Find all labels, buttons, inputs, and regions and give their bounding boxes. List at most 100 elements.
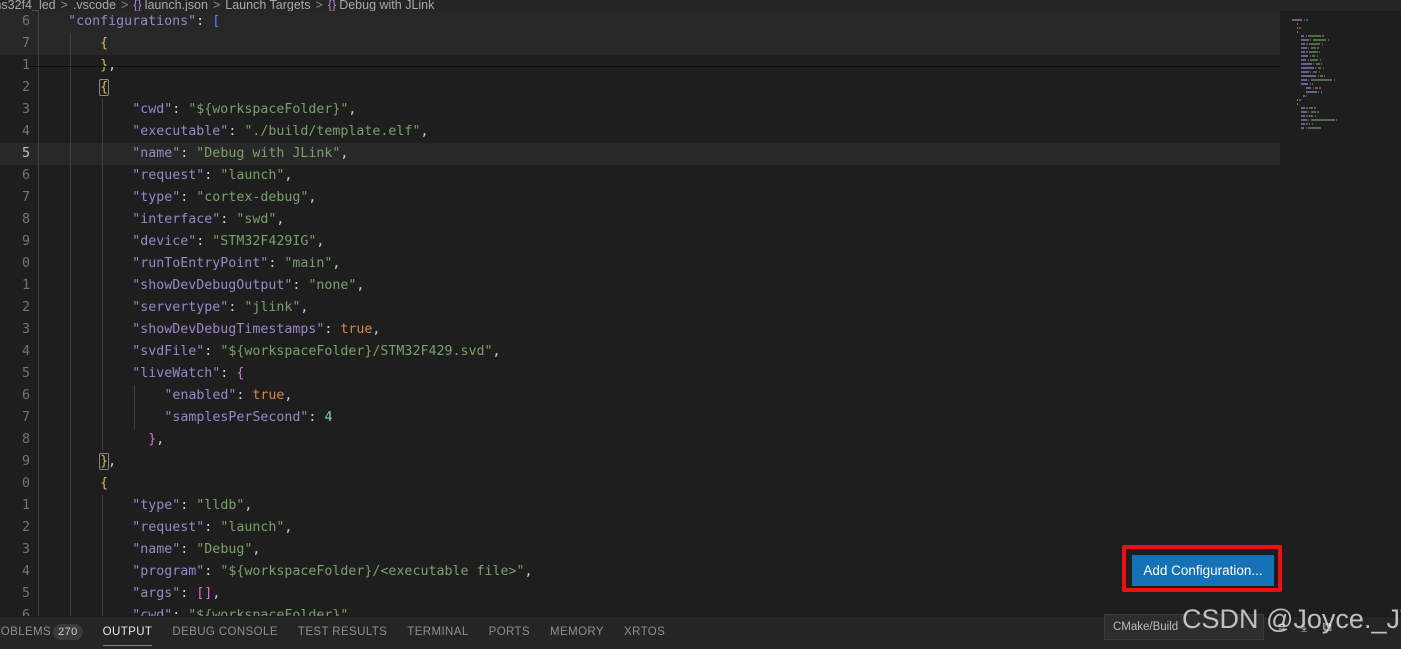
code-line[interactable]: 3 "cwd": "${workspaceFolder}",: [0, 99, 1280, 121]
code-token: "jlink": [244, 300, 301, 315]
breadcrumb-item[interactable]: ms32f4_led: [0, 0, 56, 11]
panel-tab-problems[interactable]: PROBLEMS270: [0, 617, 93, 649]
code-token: ,: [348, 102, 357, 117]
minimap-token: [1296, 99, 1298, 101]
breadcrumb-item[interactable]: Debug with JLink: [339, 0, 434, 11]
code-token: ,: [284, 520, 293, 535]
minimap-line: [1301, 39, 1330, 41]
code-token: "servertype": [132, 300, 229, 315]
panel-tab-ports[interactable]: PORTS: [479, 617, 540, 649]
code-token: "configurations": [68, 14, 197, 29]
indent-guide: [70, 583, 72, 605]
code-line[interactable]: 5 "args": [],: [0, 583, 1280, 605]
indent-guide: [134, 407, 136, 429]
code-token: ,: [252, 542, 261, 557]
minimap-line: [1305, 87, 1322, 89]
line-number: 5: [21, 586, 30, 601]
code-token: "liveWatch": [132, 366, 221, 381]
code-token: "lldb": [196, 498, 245, 513]
panel-action-icons[interactable]: ≡ ⤓ ⧉: [1278, 619, 1338, 635]
code-line[interactable]: 3 "name": "Debug",: [0, 539, 1280, 561]
code-line[interactable]: 2{: [0, 77, 1280, 99]
minimap-token: [1314, 115, 1317, 117]
minimap-token: [1296, 23, 1298, 25]
code-line[interactable]: 1 "showDevDebugOutput": "none",: [0, 275, 1280, 297]
minimap-token: [1301, 127, 1305, 129]
breadcrumb[interactable]: ms32f4_led>.vscode>{}launch.json>Launch …: [0, 0, 1401, 11]
code-line[interactable]: 1 "type": "lldb",: [0, 495, 1280, 517]
indent-guide: [70, 121, 72, 143]
code-line[interactable]: 0 "runToEntryPoint": "main",: [0, 253, 1280, 275]
indent-guide: [70, 187, 72, 209]
code-line-text: "samplesPerSecond": 4: [164, 407, 332, 429]
minimap-token: [1306, 95, 1308, 97]
code-line[interactable]: 7{: [0, 33, 1280, 55]
minimap-token: [1309, 83, 1311, 85]
breadcrumb-item[interactable]: .vscode: [73, 0, 116, 11]
code-surface[interactable]: 6"configurations": [7{1},2{3"cwd": "${wo…: [0, 11, 1280, 616]
minimap-token: [1310, 111, 1316, 113]
indent-guide: [134, 385, 136, 407]
indent-guide: [70, 297, 72, 319]
panel-tab-terminal[interactable]: TERMINAL: [397, 617, 478, 649]
code-line[interactable]: 6 "request": "launch",: [0, 165, 1280, 187]
panel-tab-output[interactable]: OUTPUT: [93, 617, 163, 649]
panel-tab-test-results[interactable]: TEST RESULTS: [288, 617, 397, 649]
indent-guide: [102, 319, 104, 341]
minimap-line: [1303, 95, 1308, 97]
minimap-line: [1301, 107, 1317, 109]
indent-guide: [102, 363, 104, 385]
indent-guide: [38, 187, 39, 209]
line-number: 9: [21, 454, 30, 469]
panel-tab-xrtos[interactable]: XRTOS: [614, 617, 675, 649]
code-line[interactable]: 4 "executable": "./build/template.elf",: [0, 121, 1280, 143]
code-token: "samplesPerSecond": [164, 410, 309, 425]
code-line[interactable]: 3 "showDevDebugTimestamps": true,: [0, 319, 1280, 341]
breadcrumb-separator: >: [60, 0, 68, 11]
code-line[interactable]: 6 "enabled": true,: [0, 385, 1280, 407]
minimap-token: [1301, 115, 1305, 117]
code-line[interactable]: 8 "interface": "swd",: [0, 209, 1280, 231]
breadcrumb-item[interactable]: Launch Targets: [225, 0, 310, 11]
code-line[interactable]: 9},: [0, 451, 1280, 473]
minimap-token: [1320, 75, 1323, 77]
code-line[interactable]: 4 "program": "${workspaceFolder}/<executa…: [0, 561, 1280, 583]
indent-guide: [70, 319, 72, 341]
code-editor[interactable]: 6"configurations": [7{1},2{3"cwd": "${wo…: [0, 11, 1401, 616]
code-line-text: "type": "lldb",: [132, 495, 252, 517]
add-configuration-button[interactable]: Add Configuration...: [1132, 555, 1274, 586]
line-number: 2: [21, 300, 30, 315]
code-line[interactable]: 5 "name": "Debug with JLink",: [0, 143, 1280, 165]
minimap-token: [1308, 119, 1310, 121]
code-line[interactable]: 2 "servertype": "jlink",: [0, 297, 1280, 319]
minimap-token: [1317, 75, 1319, 77]
code-line[interactable]: 6 "cwd": "${workspaceFolder}": [0, 605, 1280, 616]
minimap-line: [1301, 79, 1336, 81]
output-source-dropdown[interactable]: CMake/Build: [1104, 614, 1264, 640]
code-line[interactable]: 9 "device": "STM32F429IG",: [0, 231, 1280, 253]
minimap-token: [1310, 47, 1316, 49]
indent-guide: [102, 605, 104, 616]
code-line[interactable]: 5 "liveWatch": {: [0, 363, 1280, 385]
line-number: 1: [21, 498, 30, 513]
minimap-token: [1301, 55, 1308, 57]
code-line[interactable]: 2 "request": "launch",: [0, 517, 1280, 539]
minimap-token: [1306, 115, 1308, 117]
minimap-line: [1301, 83, 1315, 85]
code-token: ,: [284, 388, 293, 403]
breadcrumb-item[interactable]: launch.json: [145, 0, 208, 11]
code-line[interactable]: 6 "configurations": [: [0, 11, 1280, 33]
code-line[interactable]: 7 "samplesPerSecond": 4: [0, 407, 1280, 429]
code-line[interactable]: 0{: [0, 473, 1280, 495]
indent-guide: [70, 363, 72, 385]
indent-guide: [38, 583, 39, 605]
code-line[interactable]: 8},: [0, 429, 1280, 451]
code-token: :: [228, 300, 245, 315]
panel-tab-memory[interactable]: MEMORY: [540, 617, 614, 649]
panel-tab-debug-console[interactable]: DEBUG CONSOLE: [162, 617, 288, 649]
minimap[interactable]: [1280, 11, 1401, 131]
code-line[interactable]: 4 "svdFile": "${workspaceFolder}/STM32F42…: [0, 341, 1280, 363]
code-token: 4: [324, 410, 333, 425]
code-line[interactable]: 7 "type": "cortex-debug",: [0, 187, 1280, 209]
line-number: 9: [21, 234, 30, 249]
